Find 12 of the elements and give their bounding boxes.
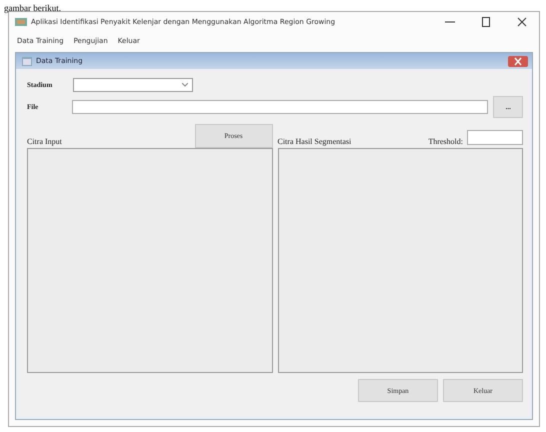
file-field[interactable] [72,100,488,114]
maximize-icon[interactable] [481,17,491,27]
form-icon [22,56,32,66]
caption-text: gambar berikut. [4,3,61,13]
field-label: Threshold: [428,137,463,146]
app-icon [15,17,27,27]
caret-icon [182,83,188,87]
stadium-dropdown[interactable] [73,78,193,92]
close-icon[interactable] [517,17,527,27]
threshold-field[interactable] [467,130,523,145]
panel-label: Citra Input [27,137,62,146]
panel-label: Citra Hasil Segmentasi [278,137,352,146]
